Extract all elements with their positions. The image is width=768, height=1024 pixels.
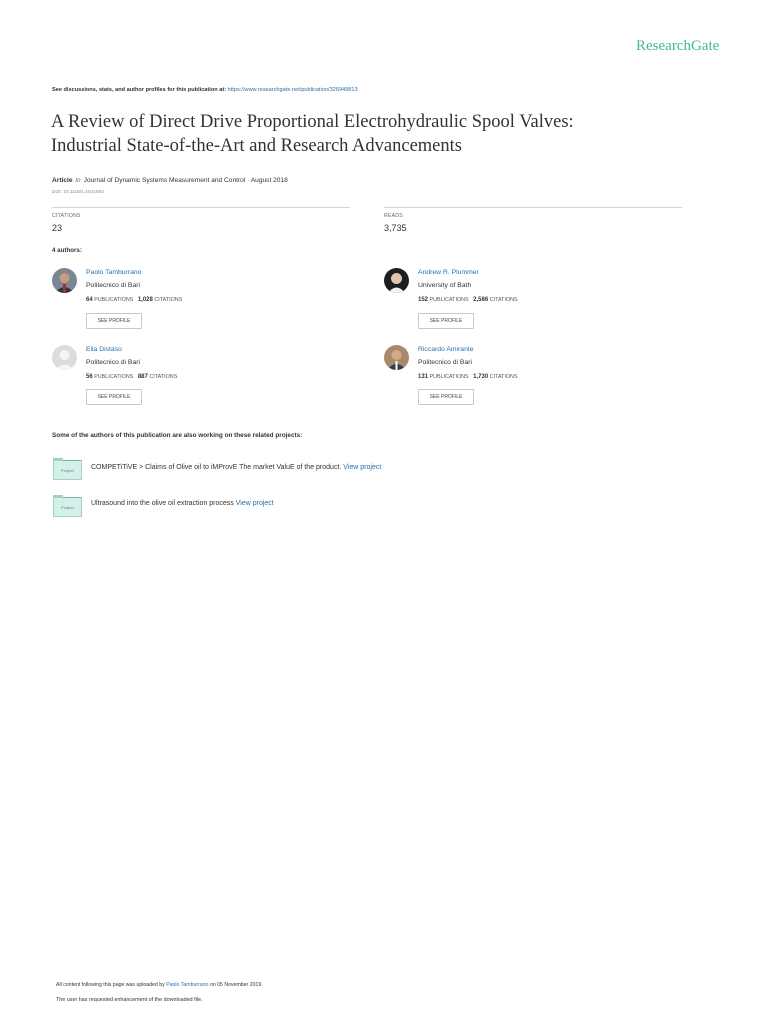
citations-count: 2,586 xyxy=(473,297,489,303)
title-line-2: Industrial State-of-the-Art and Research… xyxy=(51,136,462,156)
see-profile-button[interactable]: SEE PROFILE xyxy=(418,313,474,329)
see-profile-button[interactable]: SEE PROFILE xyxy=(86,389,142,405)
author-avatar-photo[interactable] xyxy=(52,268,77,293)
projects-heading: Some of the authors of this publication … xyxy=(52,432,303,439)
in-word: in xyxy=(75,177,81,184)
author-name[interactable]: Elia Distaso xyxy=(86,346,122,353)
folder-tab xyxy=(53,458,63,461)
folder-tab xyxy=(53,495,63,498)
paper-meta: Article in Journal of Dynamic Systems Meas… xyxy=(52,177,288,184)
project-folder-icon: Project xyxy=(53,458,82,480)
publications-label: PUBLICATIONS xyxy=(429,297,469,303)
project-icon-label: Project xyxy=(61,505,74,510)
citations-count: 887 xyxy=(137,374,148,380)
reads-divider xyxy=(384,207,682,208)
citations-label: CITATIONS xyxy=(52,213,81,219)
author-institution: Politecnico di Bari xyxy=(86,359,141,366)
upload-prefix: All content following this page was uplo… xyxy=(56,982,165,988)
citations-label: CITATIONS xyxy=(149,374,178,380)
author-name[interactable]: Paolo Tamburrano xyxy=(86,269,141,276)
researchgate-logo[interactable]: ResearchGate xyxy=(636,38,719,55)
project-title: Ultrasound into the olive oil extraction… xyxy=(91,500,234,507)
publications-count: 56 xyxy=(86,374,93,380)
project-folder-icon: Project xyxy=(53,495,82,517)
reads-label: READS xyxy=(384,213,403,219)
project-item: COMPETiTiVE > Claims of Olive oil to iMP… xyxy=(91,464,381,471)
citations-count: 1,028 xyxy=(137,297,153,303)
publications-count: 152 xyxy=(418,297,429,303)
publications-label: PUBLICATIONS xyxy=(429,374,469,380)
see-profile-button[interactable]: SEE PROFILE xyxy=(86,313,142,329)
publications-label: PUBLICATIONS xyxy=(94,297,134,303)
publications-count: 64 xyxy=(86,297,93,303)
citations-count: 1,730 xyxy=(473,374,489,380)
paper-title: A Review of Direct Drive Proportional El… xyxy=(51,110,711,158)
citations-value: 23 xyxy=(52,223,63,233)
article-type: Article xyxy=(52,177,73,184)
title-line-1: A Review of Direct Drive Proportional El… xyxy=(51,112,574,132)
upload-suffix: on 05 November 2019. xyxy=(209,982,263,988)
author-institution: University of Bath xyxy=(418,282,472,289)
default-avatar-icon[interactable] xyxy=(52,345,77,370)
citations-label: CITATIONS xyxy=(154,297,183,303)
author-name[interactable]: Andrew R. Plummer xyxy=(418,269,479,276)
author-avatar-photo[interactable] xyxy=(384,268,409,293)
publications-count: 131 xyxy=(418,374,429,380)
author-stats: 152 PUBLICATIONS 2,586 CITATIONS xyxy=(418,297,518,303)
citations-divider xyxy=(52,207,350,208)
view-project-link[interactable]: View project xyxy=(236,500,274,507)
author-name[interactable]: Riccardo Amirante xyxy=(418,346,474,353)
venue[interactable]: Journal of Dynamic Systems Measurement a… xyxy=(84,177,288,184)
project-title: COMPETiTiVE > Claims of Olive oil to iMP… xyxy=(91,464,342,471)
citations-label: CITATIONS xyxy=(489,297,518,303)
authors-heading: 4 authors: xyxy=(52,247,82,254)
reads-value: 3,735 xyxy=(384,223,407,233)
discussions-text: See discussions, stats, and author profi… xyxy=(52,87,227,93)
discussions-line: See discussions, stats, and author profi… xyxy=(52,87,358,93)
enhancement-note: The user has requested enhancement of th… xyxy=(56,997,203,1003)
publications-label: PUBLICATIONS xyxy=(94,374,134,380)
author-stats: 56 PUBLICATIONS 887 CITATIONS xyxy=(86,374,177,380)
author-avatar-photo[interactable] xyxy=(384,345,409,370)
author-institution: Politecnico di Bari xyxy=(86,282,141,289)
view-project-link[interactable]: View project xyxy=(343,464,381,471)
author-stats: 64 PUBLICATIONS 1,028 CITATIONS xyxy=(86,297,182,303)
publication-link[interactable]: https://www.researchgate.net/publication… xyxy=(228,87,358,93)
uploader-link[interactable]: Paolo Tamburrano xyxy=(166,982,208,988)
see-profile-button[interactable]: SEE PROFILE xyxy=(418,389,474,405)
project-item: Ultrasound into the olive oil extraction… xyxy=(91,500,274,507)
doi: DOI: 10.1115/1.4041063 xyxy=(52,190,104,195)
author-institution: Politecnico di Bari xyxy=(418,359,473,366)
project-icon-label: Project xyxy=(61,468,74,473)
author-stats: 131 PUBLICATIONS 1,730 CITATIONS xyxy=(418,374,518,380)
upload-note: All content following this page was uplo… xyxy=(56,982,263,988)
citations-label: CITATIONS xyxy=(489,374,518,380)
